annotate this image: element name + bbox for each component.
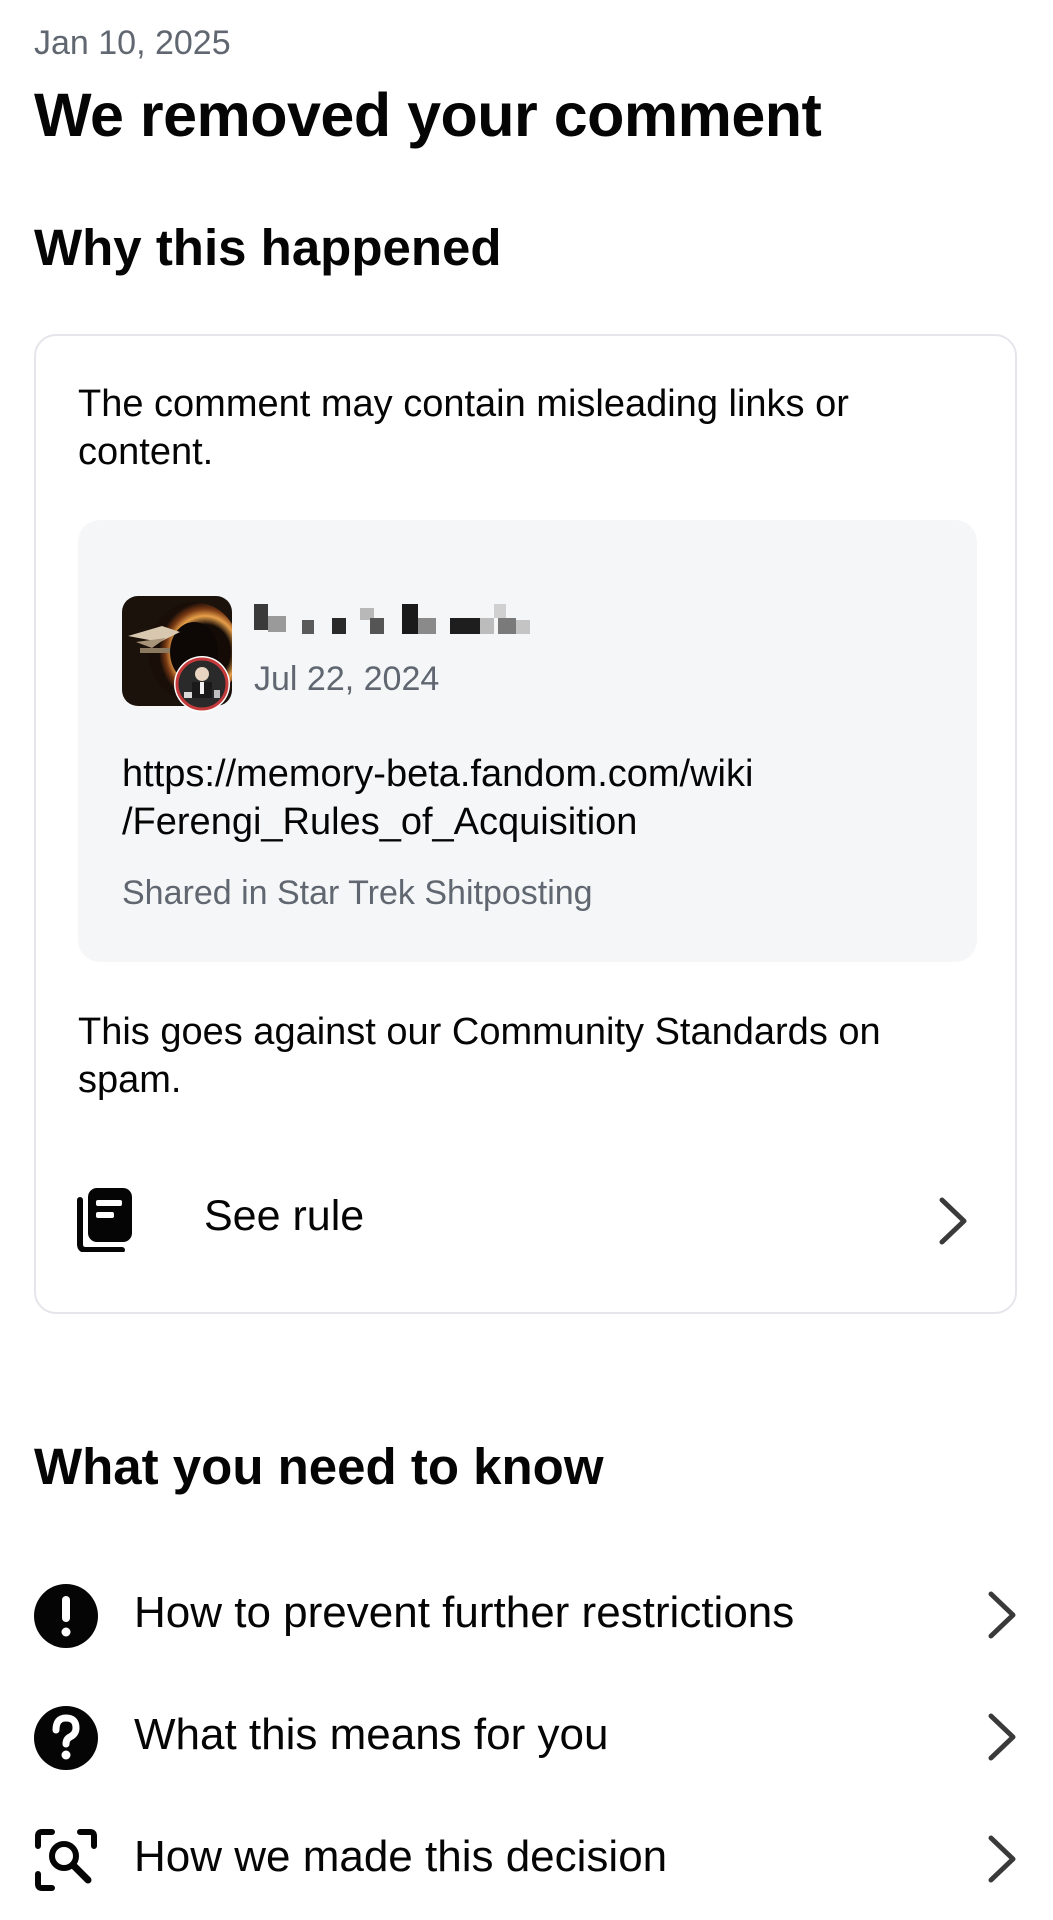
chevron-right-icon <box>936 1194 970 1248</box>
decision-process-item[interactable]: How we made this decision <box>34 1814 1019 1904</box>
shared-in-group: Shared in Star Trek Shitposting <box>122 874 593 912</box>
removal-notice-page: Jan 10, 2025 We removed your comment Why… <box>0 0 1053 1920</box>
standards-text: This goes against our Community Standard… <box>78 1011 881 1101</box>
what-this-means-item[interactable]: What this means for you <box>34 1692 1019 1782</box>
prevent-restrictions-label: How to prevent further restrictions <box>134 1588 795 1637</box>
see-rule-button[interactable]: See rule <box>76 1176 976 1260</box>
page-title: We removed your comment <box>34 81 822 149</box>
question-circle-icon <box>34 1706 98 1770</box>
reason-text: The comment may contain misleading links… <box>78 383 849 473</box>
chevron-right-icon <box>985 1710 1019 1764</box>
comment-preview[interactable]: Jul 22, 2024 https://memory-beta.fandom.… <box>78 520 977 962</box>
exclamation-circle-icon <box>34 1584 98 1648</box>
post-date: Jul 22, 2024 <box>254 660 440 698</box>
see-rule-label: See rule <box>204 1192 365 1240</box>
rulebook-icon <box>76 1188 132 1253</box>
what-this-means-label: What this means for you <box>134 1710 609 1759</box>
prevent-restrictions-item[interactable]: How to prevent further restrictions <box>34 1570 1019 1660</box>
chevron-right-icon <box>985 1588 1019 1642</box>
know-heading: What you need to know <box>34 1438 604 1495</box>
decision-process-label: How we made this decision <box>134 1832 668 1881</box>
chevron-right-icon <box>985 1832 1019 1886</box>
blurred-author-name <box>254 600 574 644</box>
reason-card: The comment may contain misleading links… <box>34 334 1017 1314</box>
why-heading: Why this happened <box>34 219 502 276</box>
magnify-scan-icon <box>34 1828 98 1892</box>
notice-date: Jan 10, 2025 <box>34 24 231 62</box>
avatar <box>122 596 232 712</box>
post-link[interactable]: https://memory-beta.fandom.com/wiki /Fer… <box>122 750 922 846</box>
